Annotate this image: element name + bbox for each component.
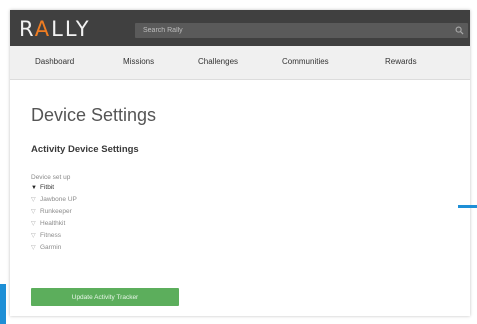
search-icon[interactable] [455,26,464,35]
nav-item-missions[interactable]: Missions [123,57,154,66]
device-option-fitness[interactable]: ▽ Fitness [31,232,61,241]
nav-item-communities[interactable]: Communities [282,57,329,66]
top-header: RALLY [10,10,470,46]
device-option-label: Garmin [40,244,62,251]
radio-icon: ▽ [31,233,36,239]
radio-icon: ▽ [31,209,36,215]
device-option-label: Runkeeper [40,208,72,215]
device-list-label: Device set up [31,174,71,181]
device-option-label: Jawbone UP [40,196,77,203]
radio-selected-icon: ▼ [31,185,37,191]
app-window: RALLY Dashboard Missions Challenges Comm… [10,10,470,316]
device-option-runkeeper[interactable]: ▽ Runkeeper [31,208,72,217]
device-option-garmin[interactable]: ▽ Garmin [31,244,61,253]
nav-item-rewards[interactable]: Rewards [385,57,417,66]
highlight-bar-right [458,205,477,208]
logo-text-end: LLY [51,17,91,41]
radio-icon: ▽ [31,197,36,203]
device-option-label: Healthkit [40,220,66,227]
logo-text-start: R [19,17,35,41]
radio-icon: ▽ [31,221,36,227]
logo-text-accent: A [34,17,52,41]
nav-item-challenges[interactable]: Challenges [198,57,238,66]
device-option-label: Fitbit [40,184,55,191]
page-title: Device Settings [31,105,157,125]
main-content: Device Settings Activity Device Settings… [10,81,470,316]
search-input[interactable] [135,23,445,38]
radio-icon: ▽ [31,245,36,251]
device-option-jawbone[interactable]: ▽ Jawbone UP [31,196,77,205]
device-option-label: Fitness [40,232,61,239]
device-option-fitbit[interactable]: ▼ Fitbit [31,184,54,193]
highlight-bar-left [0,284,6,324]
device-option-healthkit[interactable]: ▽ Healthkit [31,220,65,229]
update-activity-tracker-button[interactable]: Update Activity Tracker [31,288,179,306]
rally-logo[interactable]: RALLY [19,18,91,40]
main-nav: Dashboard Missions Challenges Communitie… [10,46,470,80]
search-bar [135,23,468,38]
nav-item-dashboard[interactable]: Dashboard [35,57,74,66]
section-title: Activity Device Settings [31,144,139,155]
